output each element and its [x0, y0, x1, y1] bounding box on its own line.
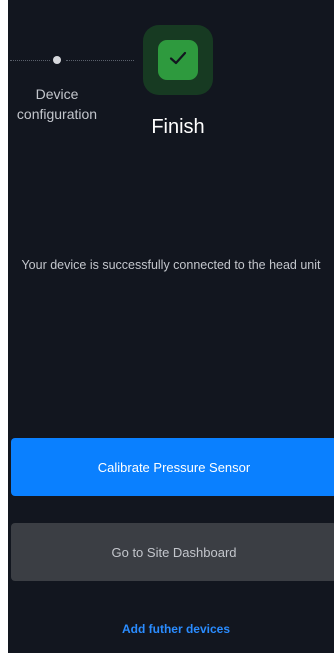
add-further-devices-link[interactable]: Add futher devices	[8, 622, 334, 636]
step-label-finish: Finish	[151, 116, 205, 138]
step-label-device-configuration: Device configuration	[16, 86, 98, 122]
stepper-connector-left	[10, 60, 50, 61]
check-icon	[168, 48, 188, 73]
stepper-connector-right	[66, 60, 134, 61]
calibrate-pressure-sensor-button[interactable]: Calibrate Pressure Sensor	[11, 438, 334, 496]
finish-step-indicator	[158, 40, 198, 80]
step-indicator-device-configuration	[53, 56, 61, 64]
go-to-site-dashboard-button[interactable]: Go to Site Dashboard	[11, 523, 334, 581]
app-screen: Device configuration Finish Your device …	[8, 0, 334, 653]
success-message: Your device is successfully connected to…	[21, 258, 321, 272]
